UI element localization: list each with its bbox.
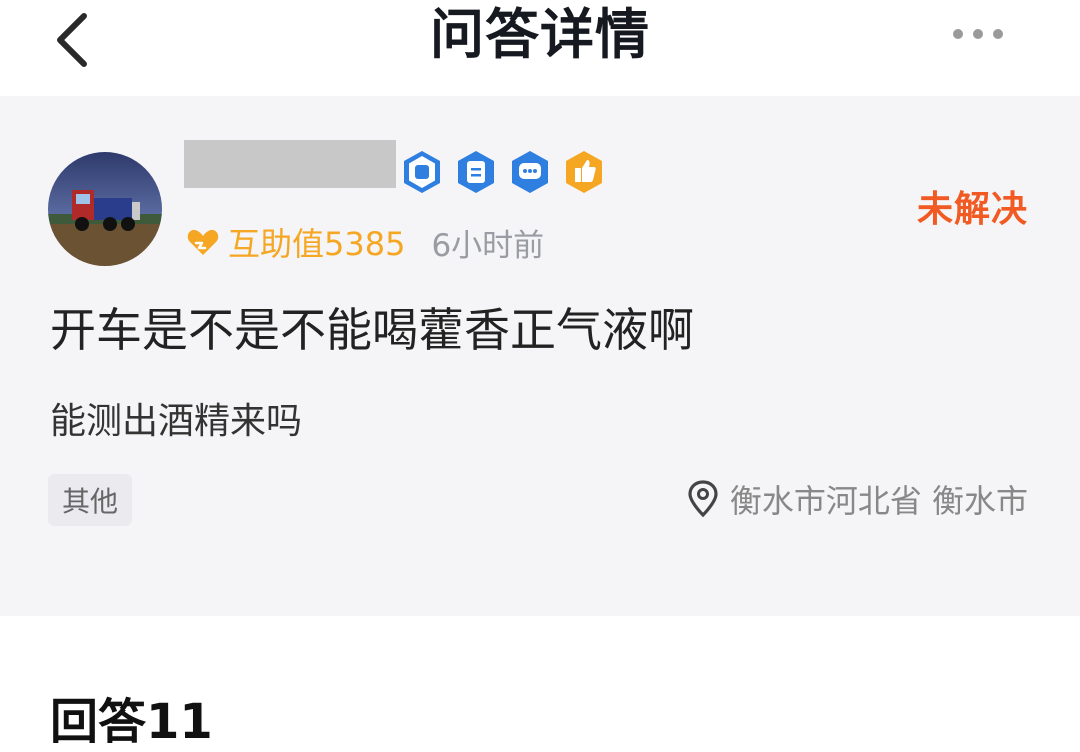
question-card: 未解决 互助值5385 6小时前 开车是不是不能喝藿香正气液啊 能测出酒精来吗 … [0,96,1080,616]
page-title: 问答详情 [430,3,650,66]
answers-heading: 回答11 [50,694,213,750]
fist-badge-icon[interactable] [402,150,442,194]
location: 衡水市河北省 衡水市 [686,476,1028,522]
status-badge: 未解决 [916,189,1028,230]
chat-badge-icon[interactable] [510,150,550,194]
username-redacted [184,140,396,188]
question-body: 能测出酒精来吗 [50,401,303,442]
avatar[interactable] [48,152,162,266]
location-pin-icon [688,480,718,518]
location-text: 衡水市河北省 衡水市 [729,482,1028,520]
question-meta: 互助值5385 6小时前 [186,220,544,264]
help-value: 互助值5385 [228,225,406,263]
user-badges [402,150,604,196]
question-title: 开车是不是不能喝藿香正气液啊 [50,303,694,357]
thumbs-up-badge-icon[interactable] [564,150,604,194]
help-heart-icon [187,229,219,255]
document-badge-icon[interactable] [456,150,496,194]
more-icon[interactable] [946,22,1010,46]
top-bar: 问答详情 [0,0,1080,96]
post-time: 6小时前 [431,227,545,264]
category-tag[interactable]: 其他 [48,474,133,526]
